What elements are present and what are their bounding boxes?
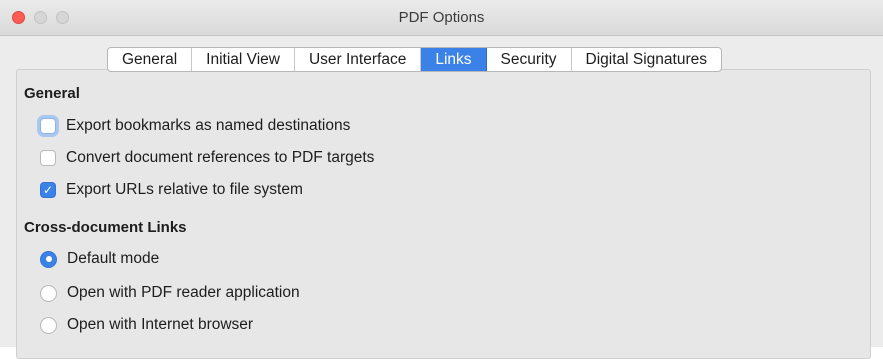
open-pdf-reader-radio[interactable] (40, 284, 57, 302)
export-urls-relative-label: Export URLs relative to file system (66, 181, 303, 198)
tab-general[interactable]: General (108, 48, 193, 71)
open-internet-browser-radio[interactable] (40, 316, 57, 334)
convert-references-option[interactable]: Convert document references to PDF targe… (40, 147, 374, 169)
window-title: PDF Options (398, 9, 485, 26)
convert-references-checkbox[interactable] (40, 150, 56, 166)
dialog-content: General Initial View User Interface Link… (0, 36, 883, 359)
open-internet-browser-option[interactable]: Open with Internet browser (40, 314, 253, 336)
tab-user-interface[interactable]: User Interface (295, 48, 422, 71)
convert-references-label: Convert document references to PDF targe… (66, 149, 375, 166)
default-mode-radio[interactable] (40, 250, 57, 268)
export-bookmarks-checkbox[interactable] (40, 118, 56, 134)
default-mode-option[interactable]: Default mode (40, 248, 159, 270)
title-bar[interactable]: PDF Options (0, 0, 883, 36)
pdf-options-window: PDF Options General Initial View User In… (0, 0, 883, 359)
checkmark-icon: ✓ (42, 183, 54, 197)
export-urls-relative-checkbox[interactable]: ✓ (40, 182, 56, 198)
open-pdf-reader-label: Open with PDF reader application (67, 284, 300, 301)
tab-initial-view[interactable]: Initial View (192, 48, 295, 71)
general-section-heading: General (24, 85, 80, 102)
open-pdf-reader-option[interactable]: Open with PDF reader application (40, 282, 300, 304)
export-urls-relative-option[interactable]: ✓ Export URLs relative to file system (40, 179, 303, 201)
tab-links[interactable]: Links (421, 48, 487, 71)
cross-document-links-heading: Cross-document Links (24, 219, 187, 236)
radio-dot-icon (45, 256, 52, 262)
open-internet-browser-label: Open with Internet browser (67, 316, 254, 333)
export-bookmarks-label: Export bookmarks as named destinations (66, 117, 351, 134)
export-bookmarks-option[interactable]: Export bookmarks as named destinations (40, 115, 350, 137)
default-mode-label: Default mode (67, 250, 160, 267)
tab-digital-signatures[interactable]: Digital Signatures (572, 48, 721, 71)
tab-bar: General Initial View User Interface Link… (107, 47, 722, 72)
tab-security[interactable]: Security (487, 48, 572, 71)
